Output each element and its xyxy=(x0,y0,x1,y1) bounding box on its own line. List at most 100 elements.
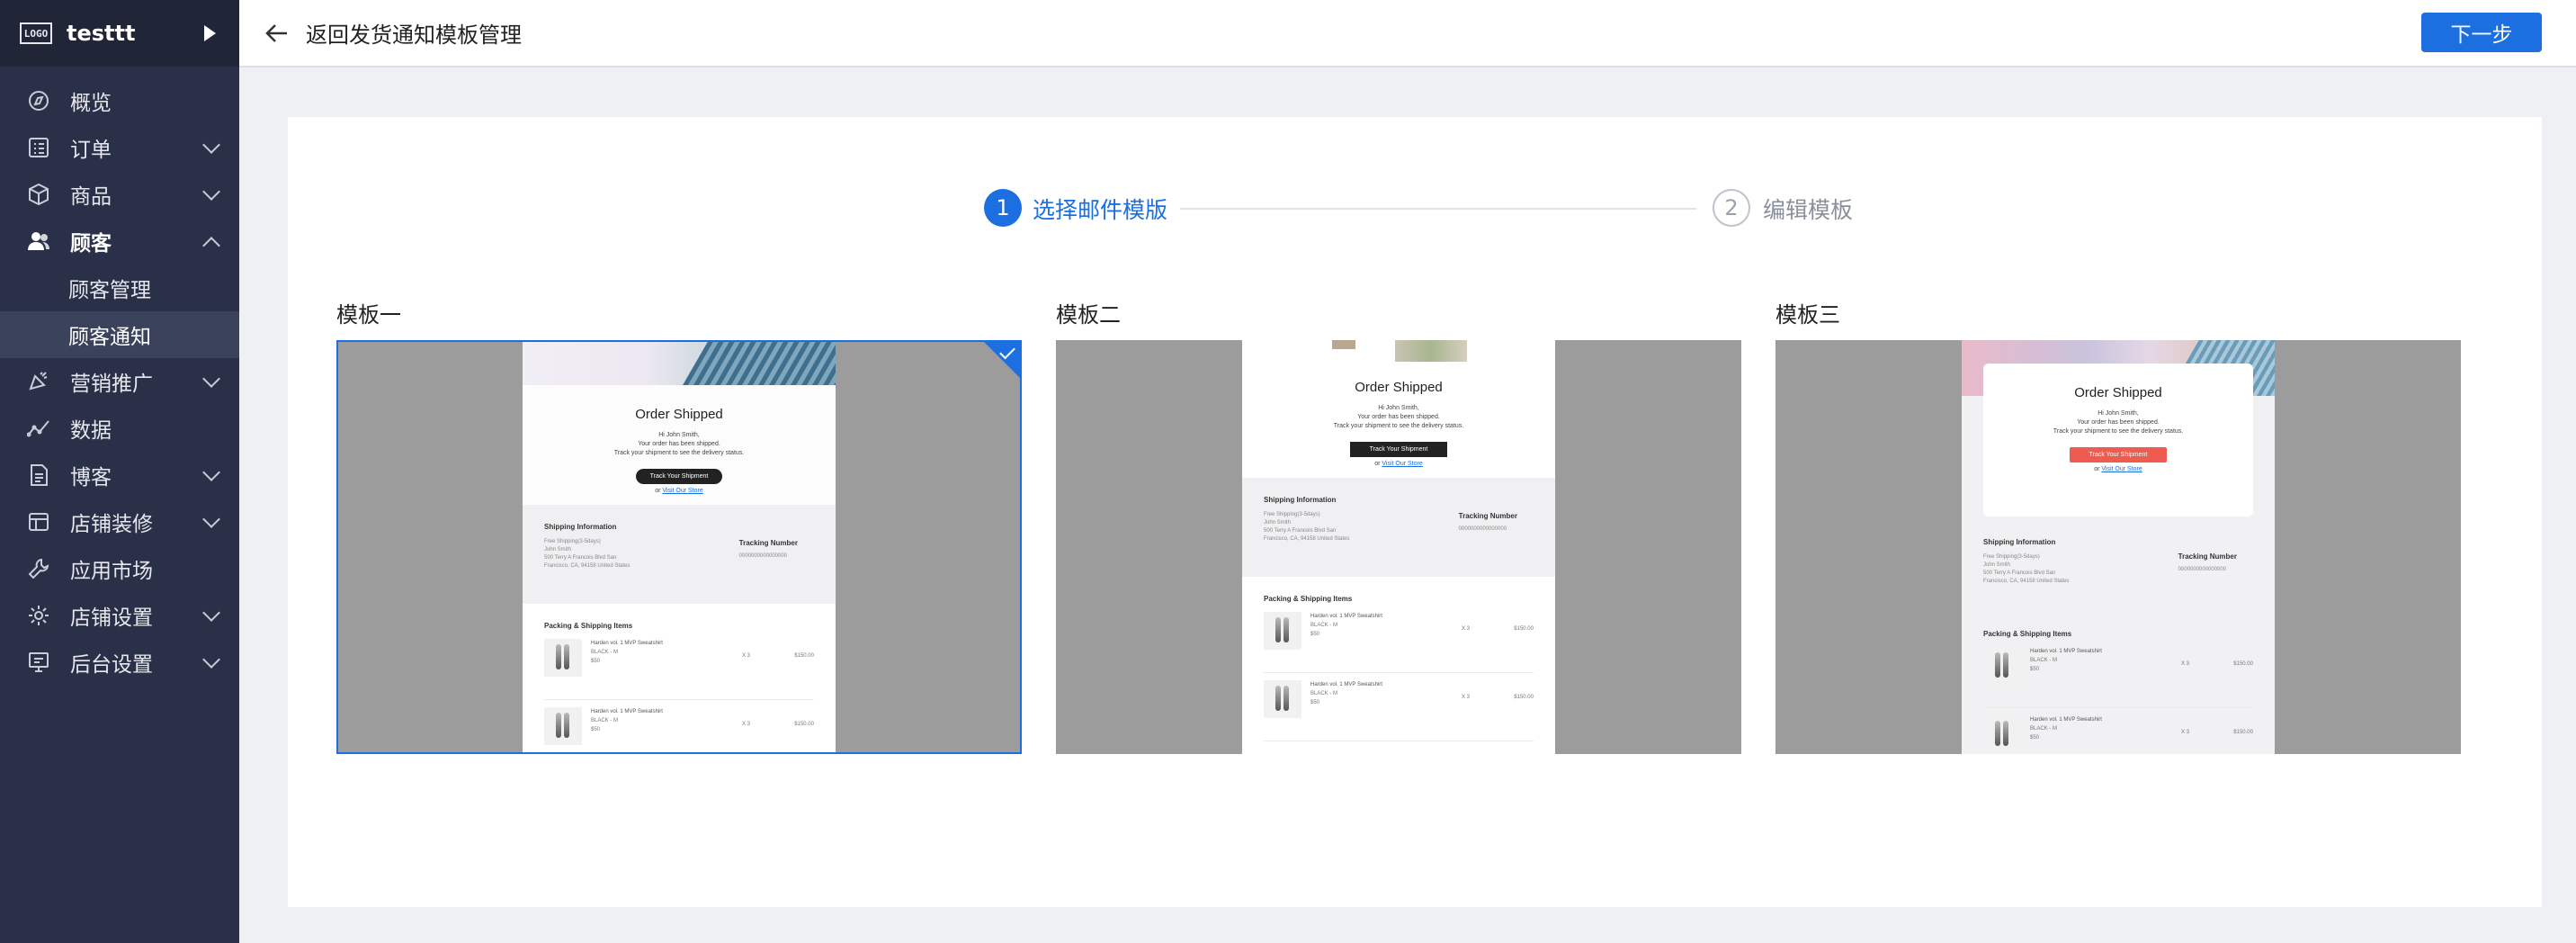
shipping-info: Shipping Information Free Shipping(3-5da… xyxy=(1242,478,1555,577)
email-line-2: Track your shipment to see the delivery … xyxy=(613,450,745,456)
product-thumbnail xyxy=(1264,612,1301,650)
email-line-2: Track your shipment to see the delivery … xyxy=(2053,428,2184,435)
hero-image xyxy=(1242,340,1555,362)
track-shipment-button: Track Your Shipment xyxy=(1349,442,1448,457)
email-greeting: Hi John Smith, xyxy=(658,432,700,438)
back-link[interactable]: 返回发货通知模板管理 xyxy=(306,17,522,49)
sidebar-item-label: 顾客 xyxy=(70,232,112,256)
sidebar-item-label: 概览 xyxy=(70,92,112,115)
item-price: $150.00 xyxy=(1514,626,1534,632)
analytics-icon xyxy=(27,417,50,440)
product-thumbnail xyxy=(544,707,582,745)
tracking-block: Tracking Number 0000000000000000 xyxy=(2178,552,2237,574)
item-unit-price: $50 xyxy=(2030,735,2040,741)
email-greeting: Hi John Smith, xyxy=(1378,405,1419,411)
template-2-title: 模板二 xyxy=(1056,302,1121,328)
product-thumbnail xyxy=(1983,647,2021,685)
top-bar: 返回发货通知模板管理 下一步 xyxy=(239,0,2576,67)
chevron-down-icon xyxy=(202,651,220,669)
visit-store-link: Visit Our Store xyxy=(1382,461,1423,467)
shipping-info: Shipping Information Free Shipping(3-5da… xyxy=(1962,529,2275,628)
email-line-1: Your order has been shipped. xyxy=(2077,419,2160,426)
list-item: Harden vol. 1 MVP Sweatshirt BLACK - M $50… xyxy=(544,639,814,700)
item-qty: X 3 xyxy=(2181,661,2190,667)
shipping-title: Shipping Information xyxy=(544,523,617,531)
item-unit-price: $50 xyxy=(1310,700,1320,705)
email-line-1: Your order has been shipped. xyxy=(1357,414,1440,420)
step-2-label: 编辑模板 xyxy=(1763,197,1854,223)
selected-corner xyxy=(984,342,1020,378)
email-heading: Order Shipped xyxy=(635,407,723,422)
sidebar-item-label: 店铺设置 xyxy=(70,606,153,630)
item-variant: BLACK - M xyxy=(591,650,619,655)
sidebar-item-app-market[interactable]: 应用市场 xyxy=(0,545,239,592)
tracking-title: Tracking Number xyxy=(2178,552,2237,561)
stepper: 1 选择邮件模版 2 编辑模板 xyxy=(984,189,1883,229)
template-3-title: 模板三 xyxy=(1775,302,1840,328)
or-text: or xyxy=(2094,466,2100,472)
sidebar-item-orders[interactable]: 订单 xyxy=(0,124,239,171)
product-thumbnail xyxy=(1264,680,1301,718)
sidebar-item-products[interactable]: 商品 xyxy=(0,171,239,218)
item-unit-price: $50 xyxy=(1310,632,1320,637)
brand-bar: LOGO testtt xyxy=(0,0,239,67)
step-2-indicator: 2 xyxy=(1713,189,1750,227)
tracking-block: Tracking Number 0000000000000000 xyxy=(1459,512,1517,534)
sidebar-item-label: 博客 xyxy=(70,466,112,489)
or-text: or xyxy=(655,488,661,494)
chevron-down-icon xyxy=(202,183,220,201)
tracking-value: 0000000000000000 xyxy=(2178,567,2227,572)
blog-icon xyxy=(27,463,50,487)
sidebar-item-admin-settings[interactable]: 后台设置 xyxy=(0,639,239,686)
email-header: Order Shipped Hi John Smith, Your order … xyxy=(523,385,836,505)
sidebar-item-marketing[interactable]: 营销推广 xyxy=(0,358,239,405)
template-2-card[interactable]: Order Shipped Hi John Smith, Your order … xyxy=(1056,340,1741,754)
template-1-card[interactable]: Order Shipped Hi John Smith, Your order … xyxy=(336,340,1022,754)
list-item: Harden vol. 1 MVP Sweatshirt BLACK - M $50… xyxy=(1983,647,2253,708)
item-qty: X 3 xyxy=(742,653,751,659)
sidebar-item-store-design[interactable]: 店铺装修 xyxy=(0,498,239,545)
shipping-line: Francisco, CA, 94158 United States xyxy=(1264,536,1350,542)
list-item: Harden vol. 1 MVP Sweatshirt BLACK - M $50… xyxy=(1264,680,1534,741)
shipping-title: Shipping Information xyxy=(1264,496,1337,504)
template-selection-card: 1 选择邮件模版 2 编辑模板 模板一 Order Shipped Hi Joh… xyxy=(288,117,2542,907)
email-preview: Order Shipped Hi John Smith, Your order … xyxy=(1242,340,1555,754)
tracking-value: 0000000000000000 xyxy=(738,553,788,559)
sidebar-item-store-settings[interactable]: 店铺设置 xyxy=(0,592,239,639)
sidebar-item-customers[interactable]: 顾客 xyxy=(0,218,239,265)
items-section: Packing & Shipping Items Harden vol. 1 M… xyxy=(523,604,836,752)
items-title: Packing & Shipping Items xyxy=(544,622,633,630)
email-heading: Order Shipped xyxy=(1355,380,1443,395)
item-price: $150.00 xyxy=(2233,730,2253,735)
template-3-card[interactable]: Order Shipped Hi John Smith, Your order … xyxy=(1775,340,2461,754)
email-line-1: Your order has been shipped. xyxy=(638,441,720,447)
step-1-indicator: 1 xyxy=(984,189,1022,227)
item-variant: BLACK - M xyxy=(591,718,619,723)
tracking-block: Tracking Number 0000000000000000 xyxy=(739,539,798,561)
back-arrow-icon[interactable] xyxy=(264,21,290,46)
chevron-up-icon xyxy=(202,237,220,255)
sidebar-item-blog[interactable]: 博客 xyxy=(0,452,239,498)
sidebar-item-overview[interactable]: 概览 xyxy=(0,77,239,124)
marketing-icon xyxy=(27,370,50,393)
play-icon[interactable] xyxy=(204,25,216,41)
sidebar-subitem-customer-management[interactable]: 顾客管理 xyxy=(0,265,239,311)
item-price: $150.00 xyxy=(794,722,814,727)
product-icon xyxy=(27,183,50,206)
email-preview: Order Shipped Hi John Smith, Your order … xyxy=(1962,340,2275,754)
item-name: Harden vol. 1 MVP Sweatshirt xyxy=(1310,682,1382,687)
item-price: $150.00 xyxy=(2233,661,2253,667)
product-thumbnail xyxy=(1983,715,2021,753)
visit-store-link: Visit Our Store xyxy=(662,488,703,494)
item-name: Harden vol. 1 MVP Sweatshirt xyxy=(1310,614,1382,619)
email-preview: Order Shipped Hi John Smith, Your order … xyxy=(523,342,836,752)
item-unit-price: $50 xyxy=(591,727,601,732)
sidebar-subitem-customer-notifications[interactable]: 顾客通知 xyxy=(0,311,239,358)
template-1-title: 模板一 xyxy=(336,302,401,328)
sidebar-item-label: 店铺装修 xyxy=(70,513,153,536)
next-step-button[interactable]: 下一步 xyxy=(2421,13,2542,52)
sidebar-item-analytics[interactable]: 数据 xyxy=(0,405,239,452)
email-line-2: Track your shipment to see the delivery … xyxy=(1333,423,1464,429)
item-variant: BLACK - M xyxy=(1310,623,1338,628)
email-greeting: Hi John Smith, xyxy=(2097,410,2139,417)
